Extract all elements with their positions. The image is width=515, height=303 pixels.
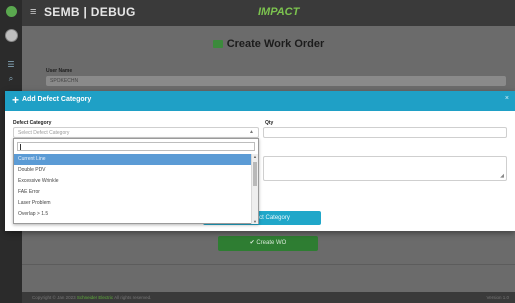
divider — [22, 264, 515, 265]
list-icon[interactable]: ☰ — [6, 60, 16, 70]
menu-icon[interactable]: ≡ — [30, 6, 36, 18]
rights-text: All rights reserved. — [113, 295, 152, 300]
app-title: SEMB | DEBUG — [44, 5, 136, 19]
defect-category-select[interactable]: Select Defect Category ▲ — [13, 127, 259, 138]
avatar[interactable] — [5, 29, 18, 42]
plus-icon: + — [12, 93, 20, 107]
dropdown-option[interactable]: Overlap > 1.5 — [14, 209, 252, 220]
dropdown-search-input[interactable] — [17, 142, 255, 151]
scrollbar-thumb[interactable] — [253, 162, 257, 186]
page-title: Create Work Order — [22, 38, 515, 50]
remarks-textarea[interactable]: ◢ — [263, 156, 507, 181]
user-name-field: SPOKECHN — [46, 76, 506, 86]
dropdown-option[interactable]: Excessive Wrinkle — [14, 176, 252, 187]
company-link[interactable]: Schneider Electric — [77, 295, 113, 300]
qty-label: Qty — [265, 120, 274, 126]
defect-category-placeholder: Select Defect Category — [18, 130, 70, 136]
resize-handle-icon[interactable]: ◢ — [500, 173, 504, 179]
page-title-text: Create Work Order — [226, 38, 325, 50]
top-bar: ≡ SEMB | DEBUG IMPACT — [22, 0, 515, 26]
create-wo-button[interactable]: ✔ Create WO — [218, 236, 318, 251]
text-cursor — [20, 144, 21, 150]
folder-icon — [212, 40, 223, 48]
modal-title: Add Defect Category — [22, 96, 92, 103]
dropdown-options: Current Line Double PDV Excessive Wrinkl… — [14, 154, 252, 220]
dropdown-option[interactable]: FAE Error — [14, 187, 252, 198]
copyright-text: Copyright © Jan 2023 — [32, 295, 76, 300]
scroll-down-icon[interactable]: ▼ — [253, 219, 257, 224]
chevron-down-icon: ▲ — [249, 129, 254, 135]
modal-header: + Add Defect Category × — [5, 91, 515, 111]
close-icon[interactable]: × — [505, 95, 509, 102]
search-icon[interactable]: ⌕ — [6, 74, 16, 84]
defect-category-dropdown: Current Line Double PDV Excessive Wrinkl… — [13, 138, 259, 224]
dropdown-option[interactable]: Double PDV — [14, 165, 252, 176]
version-text: Version 1.0 — [486, 295, 509, 300]
qty-input[interactable] — [263, 127, 507, 138]
footer: Copyright © Jan 2023 Schneider Electric … — [22, 292, 515, 303]
dropdown-option[interactable]: Current Line — [14, 154, 252, 165]
impact-logo: IMPACT — [258, 6, 300, 18]
dropdown-scrollbar[interactable]: ▲ ▼ — [251, 154, 258, 224]
defect-category-label: Defect Category — [13, 120, 52, 126]
dropdown-option[interactable]: Laser Problem — [14, 198, 252, 209]
scroll-up-icon[interactable]: ▲ — [253, 154, 257, 159]
user-name-label: User Name — [46, 68, 73, 74]
app-logo-icon — [6, 6, 17, 17]
